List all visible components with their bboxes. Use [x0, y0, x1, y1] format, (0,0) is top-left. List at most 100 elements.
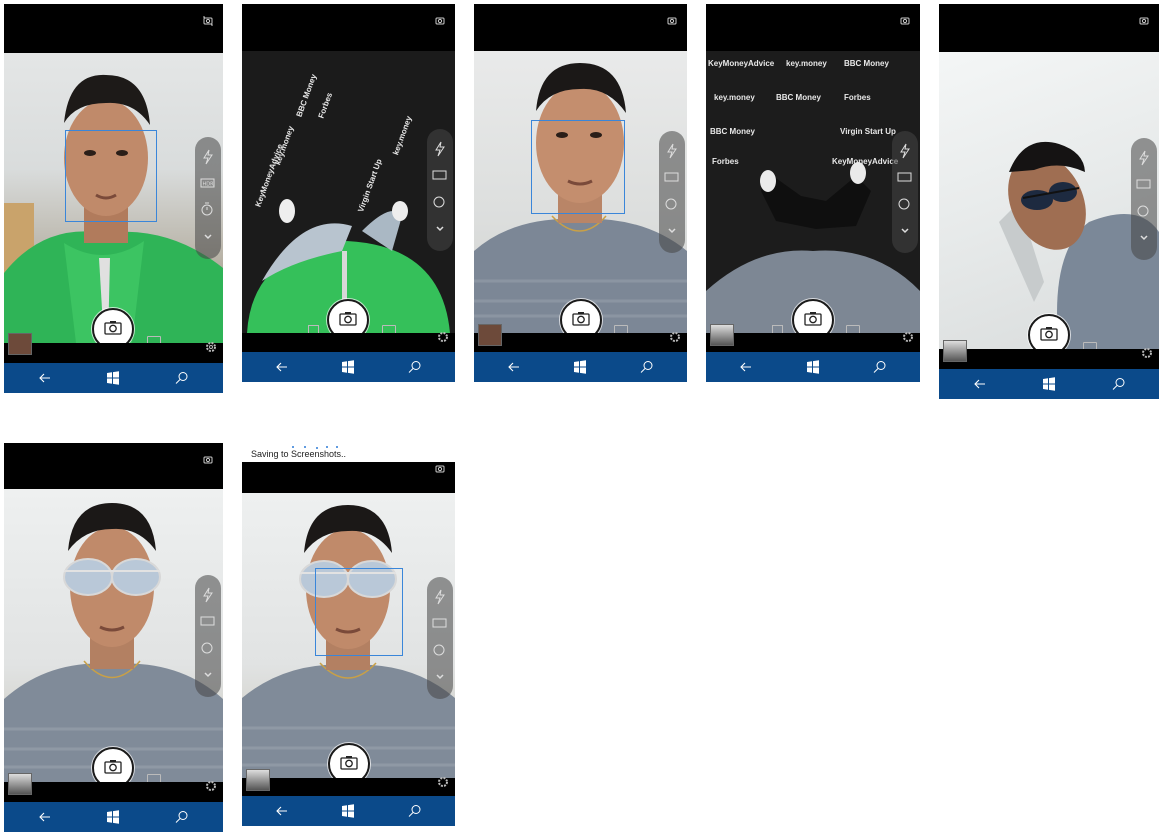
photo-mode-icon[interactable] — [308, 325, 319, 333]
viewfinder[interactable] — [242, 493, 455, 778]
video-mode-icon[interactable] — [147, 774, 161, 782]
viewfinder[interactable]: KeyMoneyAdvice key.money BBC Money Forbe… — [242, 51, 455, 333]
last-photo-thumbnail[interactable] — [943, 340, 967, 362]
back-arrow-icon[interactable] — [37, 370, 53, 386]
bottom-strip — [474, 324, 687, 352]
progress-dot — [336, 446, 338, 448]
flash-auto-icon[interactable] — [432, 141, 448, 157]
chevron-down-icon[interactable] — [200, 229, 216, 245]
shutter-button[interactable] — [792, 299, 834, 333]
camera-swap-icon[interactable] — [201, 14, 215, 28]
search-icon[interactable] — [1111, 376, 1127, 392]
camera-swap-icon[interactable] — [1137, 14, 1151, 28]
viewfinder[interactable]: KeyMoneyAdvice key.money BBC Money key.m… — [706, 51, 920, 333]
last-photo-thumbnail[interactable] — [8, 333, 32, 355]
chevron-down-icon[interactable] — [200, 667, 216, 683]
windows-logo-icon[interactable] — [805, 359, 821, 375]
search-icon[interactable] — [639, 359, 655, 375]
chevron-down-icon[interactable] — [432, 669, 448, 685]
windows-logo-icon[interactable] — [105, 809, 121, 825]
timer-icon[interactable] — [664, 195, 680, 211]
gear-icon[interactable] — [437, 776, 449, 788]
hdr-icon[interactable] — [432, 167, 448, 183]
shutter-button[interactable] — [328, 743, 370, 778]
chevron-down-icon[interactable] — [1136, 230, 1152, 246]
camera-options-panel — [892, 131, 918, 253]
hdr-icon[interactable] — [1136, 176, 1152, 192]
flash-auto-icon[interactable] — [1136, 150, 1152, 166]
gear-icon[interactable] — [669, 331, 681, 343]
chevron-down-icon[interactable] — [664, 223, 680, 239]
hdr-icon[interactable] — [897, 169, 913, 185]
gear-icon[interactable] — [205, 780, 217, 792]
viewfinder[interactable] — [4, 489, 223, 782]
back-arrow-icon[interactable] — [274, 359, 290, 375]
gear-icon[interactable] — [205, 341, 217, 353]
flash-auto-icon[interactable] — [200, 587, 216, 603]
windows-logo-icon[interactable] — [572, 359, 588, 375]
timer-icon[interactable] — [200, 639, 216, 655]
shutter-button[interactable] — [327, 299, 369, 333]
viewfinder[interactable] — [474, 51, 687, 333]
chevron-down-icon[interactable] — [432, 221, 448, 237]
camera-screen-5 — [939, 4, 1159, 399]
back-arrow-icon[interactable] — [37, 809, 53, 825]
flash-auto-icon[interactable] — [200, 149, 216, 165]
shutter-button[interactable] — [1028, 314, 1070, 349]
navigation-bar — [242, 352, 455, 382]
shutter-button[interactable] — [92, 308, 134, 343]
video-mode-icon[interactable] — [846, 325, 860, 333]
back-arrow-icon[interactable] — [274, 803, 290, 819]
last-photo-thumbnail[interactable] — [246, 769, 270, 791]
viewfinder[interactable]: HDR — [4, 53, 223, 343]
back-arrow-icon[interactable] — [738, 359, 754, 375]
gear-icon[interactable] — [1141, 347, 1153, 359]
hdr-icon[interactable] — [200, 613, 216, 629]
search-icon[interactable] — [174, 370, 190, 386]
video-mode-icon[interactable] — [147, 336, 161, 343]
back-arrow-icon[interactable] — [506, 359, 522, 375]
camera-swap-icon[interactable] — [433, 14, 447, 28]
windows-logo-icon[interactable] — [1041, 376, 1057, 392]
camera-icon — [1040, 327, 1058, 341]
camera-swap-icon[interactable] — [433, 462, 447, 476]
timer-icon[interactable] — [897, 195, 913, 211]
video-mode-icon[interactable] — [382, 325, 396, 333]
shutter-button[interactable] — [92, 747, 134, 782]
windows-logo-icon[interactable] — [340, 359, 356, 375]
search-icon[interactable] — [407, 803, 423, 819]
chevron-down-icon[interactable] — [897, 223, 913, 239]
back-arrow-icon[interactable] — [972, 376, 988, 392]
video-mode-icon[interactable] — [614, 325, 628, 333]
search-icon[interactable] — [407, 359, 423, 375]
hdr-icon[interactable]: HDR — [200, 175, 216, 191]
hdr-icon[interactable] — [432, 615, 448, 631]
flash-auto-icon[interactable] — [432, 589, 448, 605]
search-icon[interactable] — [174, 809, 190, 825]
last-photo-thumbnail[interactable] — [8, 773, 32, 795]
timer-icon[interactable] — [432, 193, 448, 209]
camera-swap-icon[interactable] — [665, 14, 679, 28]
camera-swap-icon[interactable] — [201, 453, 215, 467]
last-photo-thumbnail[interactable] — [478, 324, 502, 346]
windows-logo-icon[interactable] — [340, 803, 356, 819]
camera-swap-icon[interactable] — [898, 14, 912, 28]
flash-auto-icon[interactable] — [664, 143, 680, 159]
photo-mode-icon[interactable] — [772, 325, 783, 333]
flash-auto-icon[interactable] — [897, 143, 913, 159]
last-photo-thumbnail[interactable] — [710, 324, 734, 346]
windows-logo-icon[interactable] — [105, 370, 121, 386]
svg-text:HDR: HDR — [203, 182, 215, 188]
viewfinder[interactable] — [939, 52, 1159, 349]
video-mode-icon[interactable] — [1083, 342, 1097, 349]
gear-icon[interactable] — [437, 331, 449, 343]
hdr-icon[interactable] — [664, 169, 680, 185]
shutter-button[interactable] — [560, 299, 602, 333]
navigation-bar — [242, 796, 455, 826]
timer-icon[interactable] — [432, 641, 448, 657]
search-icon[interactable] — [872, 359, 888, 375]
timer-icon[interactable] — [200, 201, 216, 217]
gear-icon[interactable] — [902, 331, 914, 343]
bottom-strip — [242, 331, 455, 352]
timer-icon[interactable] — [1136, 202, 1152, 218]
